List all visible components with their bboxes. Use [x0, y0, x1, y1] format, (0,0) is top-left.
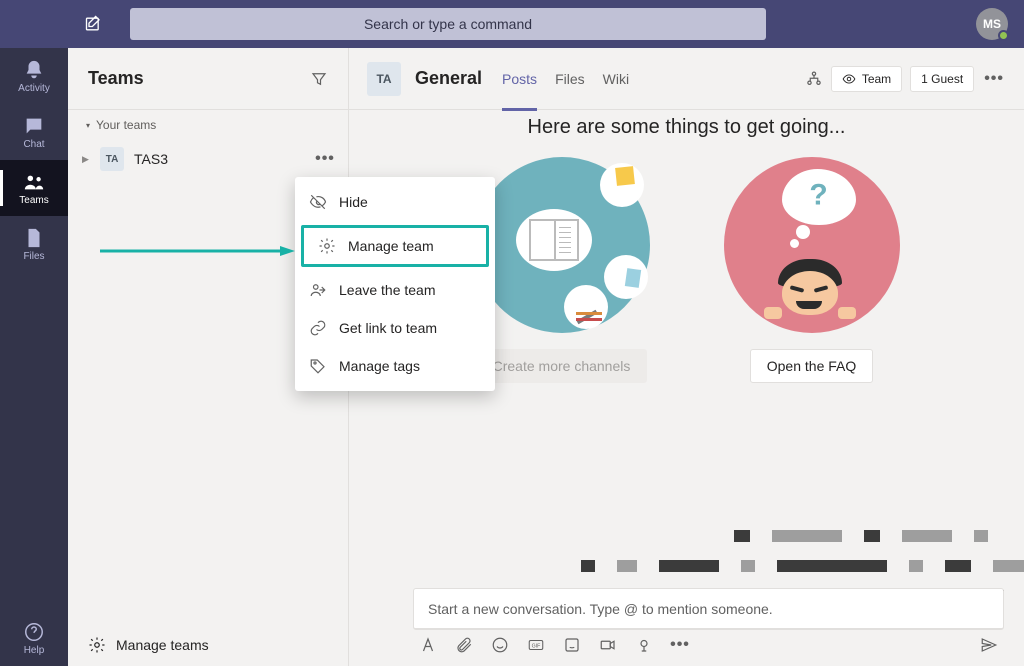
team-name: TAS3 — [134, 151, 168, 167]
team-context-menu: Hide Manage team Leave the team Get link… — [295, 177, 495, 391]
channel-tabs: Posts Files Wiki — [502, 48, 629, 110]
ctx-leave-team[interactable]: Leave the team — [295, 271, 495, 309]
manage-teams-link[interactable]: Manage teams — [68, 622, 348, 666]
tab-files[interactable]: Files — [555, 48, 585, 110]
presence-indicator — [998, 30, 1009, 41]
channel-more-icon[interactable]: ••• — [982, 70, 1006, 88]
title-bar: Search or type a command MS — [0, 0, 1024, 48]
leave-icon — [309, 281, 327, 299]
guest-pill[interactable]: 1 Guest — [910, 66, 974, 92]
channel-header: TA General Posts Files Wiki Team 1 Guest… — [349, 48, 1024, 110]
team-row-tas3[interactable]: ▶ TA TAS3 ••• — [68, 140, 348, 178]
ctx-manage-team[interactable]: Manage team — [301, 225, 489, 267]
rail-teams[interactable]: Teams — [0, 160, 68, 216]
gif-icon[interactable]: GIF — [527, 636, 545, 654]
send-icon[interactable] — [980, 636, 998, 654]
channel-avatar: TA — [367, 62, 401, 96]
avatar-initials: MS — [983, 17, 1001, 31]
compose-icon[interactable] — [84, 14, 104, 34]
composer-toolbar: GIF ••• — [413, 636, 1004, 654]
format-icon[interactable] — [419, 636, 437, 654]
composer-more-icon[interactable]: ••• — [671, 636, 689, 654]
app-rail: Activity Chat Teams Files Help — [0, 48, 68, 666]
search-input[interactable]: Search or type a command — [130, 8, 766, 40]
tab-posts[interactable]: Posts — [502, 48, 537, 110]
card-open-faq: Open the FAQ — [712, 157, 912, 383]
your-teams-label[interactable]: ▾ Your teams — [68, 110, 348, 140]
open-faq-button[interactable]: Open the FAQ — [750, 349, 874, 383]
rail-files[interactable]: Files — [0, 216, 68, 272]
hide-icon — [309, 193, 327, 211]
profile-avatar[interactable]: MS — [976, 8, 1008, 40]
illustration-channels — [474, 157, 650, 333]
privacy-pill[interactable]: Team — [831, 66, 902, 92]
rail-help[interactable]: Help — [0, 610, 68, 666]
org-chart-icon[interactable] — [805, 70, 823, 88]
meet-now-icon[interactable] — [599, 636, 617, 654]
stream-icon[interactable] — [635, 636, 653, 654]
gear-icon — [88, 636, 106, 654]
search-placeholder: Search or type a command — [364, 16, 532, 32]
ctx-hide[interactable]: Hide — [295, 183, 495, 221]
message-placeholder: Start a new conversation. Type @ to ment… — [428, 601, 773, 617]
welcome-heading: Here are some things to get going... — [349, 116, 1024, 139]
link-icon — [309, 319, 327, 337]
ctx-manage-tags[interactable]: Manage tags — [295, 347, 495, 385]
sidebar-title: Teams — [88, 68, 144, 89]
channel-name: General — [415, 68, 482, 89]
emoji-icon[interactable] — [491, 636, 509, 654]
message-input[interactable]: Start a new conversation. Type @ to ment… — [413, 588, 1004, 630]
svg-text:GIF: GIF — [532, 643, 541, 649]
composer-area: Start a new conversation. Type @ to ment… — [413, 588, 1004, 654]
gear-icon — [318, 237, 336, 255]
illustration-faq — [724, 157, 900, 333]
collapse-caret-icon: ▾ — [86, 121, 90, 130]
ctx-get-link[interactable]: Get link to team — [295, 309, 495, 347]
tab-wiki[interactable]: Wiki — [603, 48, 629, 110]
filter-icon[interactable] — [310, 70, 328, 88]
attach-icon[interactable] — [455, 636, 473, 654]
rail-chat[interactable]: Chat — [0, 104, 68, 160]
expand-caret-icon[interactable]: ▶ — [82, 154, 90, 165]
sticker-icon[interactable] — [563, 636, 581, 654]
sidebar-header: Teams — [68, 48, 348, 110]
tag-icon — [309, 357, 327, 375]
create-channels-button[interactable]: Create more channels — [476, 349, 648, 383]
rail-activity[interactable]: Activity — [0, 48, 68, 104]
team-avatar: TA — [100, 147, 124, 171]
team-more-icon[interactable]: ••• — [316, 150, 334, 168]
